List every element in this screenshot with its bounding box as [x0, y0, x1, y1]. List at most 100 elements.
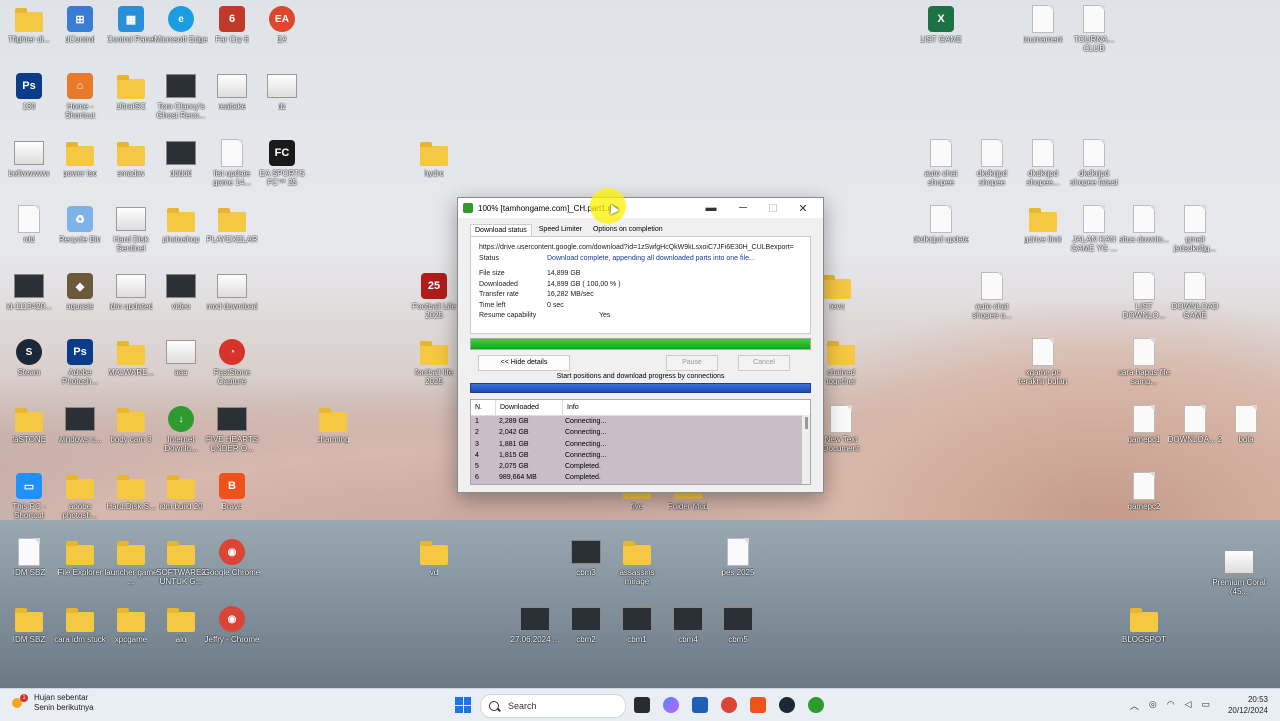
desktop-icon[interactable]: adobe photosh...	[51, 472, 109, 520]
desktop-icon[interactable]: video	[152, 272, 210, 311]
volume-icon[interactable]: ◁	[1185, 699, 1192, 712]
battery-icon[interactable]: ▭	[1201, 699, 1210, 712]
clock[interactable]: 20:53 20/12/2024	[1228, 694, 1268, 716]
desktop-icon[interactable]: gdrive limit	[1014, 205, 1072, 244]
desktop-icon[interactable]: ◔ FastStone Capture	[203, 338, 261, 386]
desktop-icon[interactable]: 27.06.2024 ...	[506, 605, 564, 644]
hide-details-button[interactable]: << Hide details	[478, 355, 570, 371]
task-view-icon[interactable]	[634, 697, 650, 713]
desktop-icon[interactable]: FIVE HEARTS UNDER O...	[203, 405, 261, 453]
store-icon[interactable]	[692, 697, 708, 713]
connection-row[interactable]: 2 2,042 GB Connecting...	[471, 427, 810, 439]
desktop-icon[interactable]: windows c...	[51, 405, 109, 444]
desktop-icon[interactable]: power iso	[51, 139, 109, 178]
desktop-icon[interactable]: dkdkrjpd update	[912, 205, 970, 244]
desktop-icon[interactable]: dkdkrjpd shopee...	[1014, 139, 1072, 187]
desktop-icon[interactable]: ◆ aquasis	[51, 272, 109, 311]
pause-button[interactable]: Pause	[666, 355, 718, 371]
desktop-icon[interactable]: S Steam	[0, 338, 58, 377]
brave-taskbar-icon[interactable]	[750, 697, 766, 713]
connection-row[interactable]: 3 1,881 GB Connecting...	[471, 438, 810, 450]
desktop-icon[interactable]: dz	[253, 72, 311, 111]
desktop-icon[interactable]: pes 2025	[709, 538, 767, 577]
desktop-icon[interactable]: e Microsoft Edge	[152, 5, 210, 44]
desktop-icon[interactable]: gamepc2	[1115, 472, 1173, 511]
desktop-icon[interactable]: LIST DOWNLO...	[1115, 272, 1173, 320]
desktop-icon[interactable]: faSTONE	[0, 405, 58, 444]
desktop-icon[interactable]: IDM SBZ	[0, 538, 58, 577]
desktop-icon[interactable]: cara hapus file samp...	[1115, 338, 1173, 386]
desktop-icon[interactable]: ⊞ dControl	[51, 5, 109, 44]
chrome-taskbar-icon[interactable]	[721, 697, 737, 713]
desktop-icon[interactable]: B Brave	[203, 472, 261, 511]
copilot-icon[interactable]	[663, 697, 679, 713]
desktop-icon[interactable]: mod download	[203, 272, 261, 311]
desktop-icon[interactable]: rdd	[0, 205, 58, 244]
desktop-icon[interactable]: X LIST GAME	[912, 5, 970, 44]
col-header-info[interactable]: Info	[563, 400, 810, 415]
desktop-icon[interactable]: File Explorer	[51, 538, 109, 577]
desktop-icon[interactable]: photoshop	[152, 205, 210, 244]
desktop-icon[interactable]: Tfighter di...	[0, 5, 58, 44]
desktop-icon[interactable]: ▭ This PC - Shortcut	[0, 472, 58, 520]
desktop-icon[interactable]: FC EA SPORTS FC™ 25	[253, 139, 311, 187]
desktop-icon[interactable]: xgame pc terakhir bulan	[1014, 338, 1072, 386]
idm-taskbar-icon[interactable]	[808, 697, 824, 713]
desktop-icon[interactable]: EA EA	[253, 5, 311, 44]
desktop-icon[interactable]: gmail jsdsdkdfjg...	[1166, 205, 1224, 253]
steam-taskbar-icon[interactable]	[779, 697, 795, 713]
desktop-icon[interactable]: cara idm stuck	[51, 605, 109, 644]
cancel-button[interactable]: Cancel	[738, 355, 790, 371]
desktop-icon[interactable]: assassins mirage	[608, 538, 666, 586]
desktop-icon[interactable]: PLAYEXELAR	[203, 205, 261, 244]
desktop-icon[interactable]: TOURNA... CLUB	[1065, 5, 1123, 53]
desktop-icon[interactable]: Ps Adobe Photosh...	[51, 338, 109, 386]
desktop-icon[interactable]: ddddd	[152, 139, 210, 178]
desktop-icon[interactable]: situs downlo...	[1115, 205, 1173, 244]
desktop-icon[interactable]: ⌂ Home - Shortcut	[51, 72, 109, 120]
tab-download-status[interactable]: Download status	[470, 224, 532, 236]
desktop-icon[interactable]: auto chat shopee u...	[963, 272, 1021, 320]
desktop-icon[interactable]: SOFTWARE2 UNTUK G...	[152, 538, 210, 586]
desktop-icon[interactable]: alo	[152, 605, 210, 644]
start-button[interactable]	[455, 697, 471, 713]
desktop-icon[interactable]: cbm5	[709, 605, 767, 644]
maximize-button[interactable]: ☐	[758, 198, 788, 218]
minimize-button[interactable]: ─	[728, 198, 758, 218]
chevron-up-icon[interactable]: ︿	[1130, 699, 1139, 712]
desktop-icon[interactable]: bola	[1217, 405, 1275, 444]
scrollbar-thumb[interactable]	[805, 417, 808, 429]
desktop-icon[interactable]: vd	[405, 538, 463, 577]
desktop-icon[interactable]: BLOGSPOT	[1115, 605, 1173, 644]
desktop-icon[interactable]: Tom Clancy's Ghost Reco...	[152, 72, 210, 120]
network-icon[interactable]: ◎	[1149, 699, 1157, 712]
desktop-icon[interactable]: Premium Coral (45...	[1210, 548, 1268, 596]
search-box[interactable]: Search	[480, 694, 626, 718]
close-button[interactable]: ✕	[788, 198, 818, 218]
col-header-downloaded[interactable]: Downloaded	[496, 400, 563, 415]
connection-row[interactable]: 1 2,289 GB Connecting...	[471, 416, 810, 428]
table-scrollbar[interactable]	[802, 415, 810, 484]
desktop-icon[interactable]: id-1113420...	[0, 272, 58, 311]
desktop-icon[interactable]: gamepc1	[1115, 405, 1173, 444]
desktop-icon[interactable]: 25 Football Life 2025	[405, 272, 463, 320]
desktop-icon[interactable]: dkdkrjpd shopee latest	[1065, 139, 1123, 187]
window-titlebar[interactable]: 100% [tamhongame.com]_CH.part1.rar ▬ ─ ☐…	[458, 188, 823, 224]
desktop-icon[interactable]: bellwwwww	[0, 139, 58, 178]
desktop-icon[interactable]: DOWNLOA... 2	[1166, 405, 1224, 444]
tab-options-on-completion[interactable]: Options on completion	[589, 224, 667, 236]
desktop-icon[interactable]: idm build 20	[152, 472, 210, 511]
collapse-icon[interactable]: ▬	[696, 198, 726, 218]
col-header-number[interactable]: N.	[471, 400, 496, 415]
desktop-icon[interactable]: DOWNLOAD GAME	[1166, 272, 1224, 320]
desktop-icon[interactable]: cbm3	[557, 538, 615, 577]
desktop-icon[interactable]: hydro	[405, 139, 463, 178]
desktop-icon[interactable]: dkdkrjpd shopee	[963, 139, 1021, 187]
desktop-icon[interactable]: ♻ Recycle Bin	[51, 205, 109, 244]
desktop-icon[interactable]: ◉ Jeffry - Chrome	[203, 605, 261, 644]
desktop-icon[interactable]: aaa	[152, 338, 210, 377]
connection-row[interactable]: 4 1,815 GB Connecting...	[471, 449, 810, 462]
desktop-icon[interactable]: Ps 130	[0, 72, 58, 111]
desktop-icon[interactable]: cbm2	[557, 605, 615, 644]
desktop-icon[interactable]: charming	[304, 405, 362, 444]
